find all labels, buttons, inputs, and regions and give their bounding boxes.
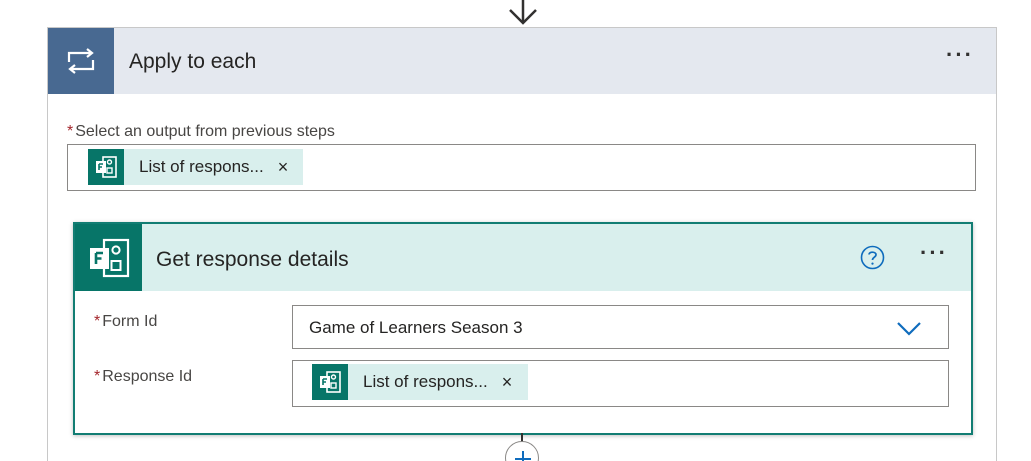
- required-marker: *: [94, 368, 101, 385]
- apply-to-each-card: Apply to each ··· * Select an output from…: [47, 27, 997, 461]
- get-response-details-header[interactable]: Get response details ···: [75, 224, 971, 291]
- get-response-details-card: Get response details ··· * Form Id Game o…: [73, 222, 973, 435]
- token-label: List of respons...: [139, 157, 264, 176]
- form-id-label: * Form Id: [94, 313, 157, 331]
- token-label: List of respons...: [363, 372, 488, 391]
- action-title: Apply to each: [129, 50, 257, 73]
- add-step-button[interactable]: [505, 441, 539, 461]
- required-marker: *: [67, 123, 74, 140]
- required-marker: *: [94, 313, 101, 330]
- down-arrow-icon: [509, 0, 537, 25]
- action-title: Get response details: [156, 248, 349, 271]
- forms-icon: [88, 149, 124, 185]
- chevron-down-icon[interactable]: [896, 319, 922, 337]
- more-options-button[interactable]: ···: [920, 242, 948, 264]
- form-id-dropdown[interactable]: Game of Learners Season 3: [292, 305, 949, 349]
- remove-token-button[interactable]: ×: [502, 373, 513, 391]
- apply-to-each-header[interactable]: Apply to each ···: [48, 28, 996, 94]
- form-id-value: Game of Learners Season 3: [309, 318, 523, 337]
- form-id-label-text: Form Id: [102, 313, 158, 330]
- response-id-label: * Response Id: [94, 368, 192, 386]
- response-id-label-text: Response Id: [102, 368, 193, 385]
- help-circle-icon[interactable]: [860, 245, 885, 270]
- forms-icon: [75, 224, 142, 291]
- response-id-field[interactable]: List of respons... ×: [292, 360, 949, 407]
- select-output-field[interactable]: List of respons... ×: [67, 144, 976, 191]
- remove-token-button[interactable]: ×: [278, 158, 289, 176]
- forms-icon: [312, 364, 348, 400]
- select-output-label-text: Select an output from previous steps: [75, 123, 335, 140]
- more-options-button[interactable]: ···: [946, 44, 974, 66]
- plus-icon: [515, 451, 531, 461]
- dynamic-content-token[interactable]: List of respons... ×: [88, 149, 303, 185]
- dynamic-content-token[interactable]: List of respons... ×: [312, 364, 528, 400]
- select-output-label: * Select an output from previous steps: [67, 123, 335, 141]
- loop-icon: [48, 28, 114, 94]
